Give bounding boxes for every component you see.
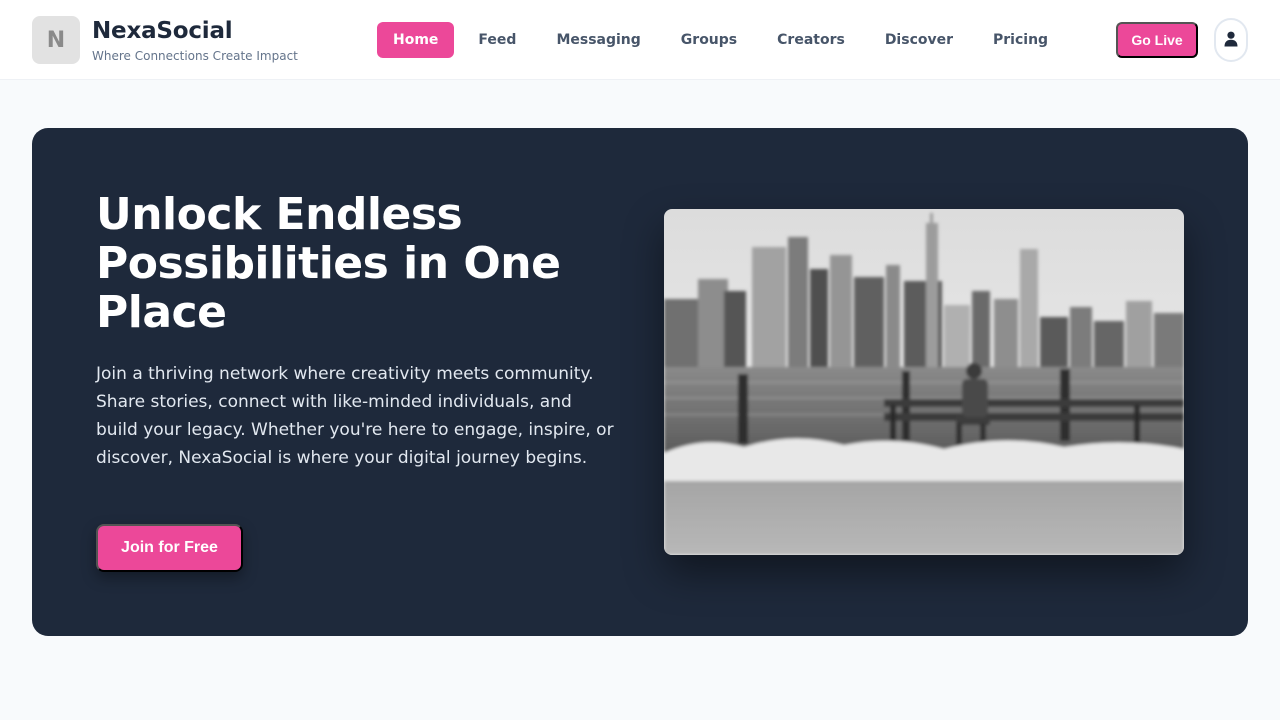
brand-logo-letter: N <box>46 27 66 53</box>
nav-item-feed[interactable]: Feed <box>462 22 532 58</box>
nav-item-home[interactable]: Home <box>377 22 455 58</box>
nav-item-creators[interactable]: Creators <box>761 22 861 58</box>
brand-logo[interactable]: N <box>32 16 80 64</box>
nav-item-discover[interactable]: Discover <box>869 22 969 58</box>
top-navigation-bar: N NexaSocial Where Connections Create Im… <box>0 0 1280 80</box>
hero-section: Unlock Endless Possibilities in One Plac… <box>32 128 1248 636</box>
brand-tagline: Where Connections Create Impact <box>92 49 298 63</box>
user-icon <box>1224 31 1238 50</box>
nav-item-groups[interactable]: Groups <box>665 22 753 58</box>
go-live-button[interactable]: Go Live <box>1116 22 1198 58</box>
join-for-free-button[interactable]: Join for Free <box>96 524 243 572</box>
hero-image-city-skyline <box>664 209 1184 555</box>
hero-description: Join a thriving network where creativity… <box>96 364 614 468</box>
brand-name[interactable]: NexaSocial <box>92 17 233 45</box>
profile-button[interactable] <box>1214 18 1248 62</box>
nav-item-messaging[interactable]: Messaging <box>540 22 656 58</box>
main-nav: Home Feed Messaging Groups Creators Disc… <box>377 22 1072 58</box>
nav-item-pricing[interactable]: Pricing <box>977 22 1064 58</box>
hero-title: Unlock Endless Possibilities in One Plac… <box>96 189 561 338</box>
